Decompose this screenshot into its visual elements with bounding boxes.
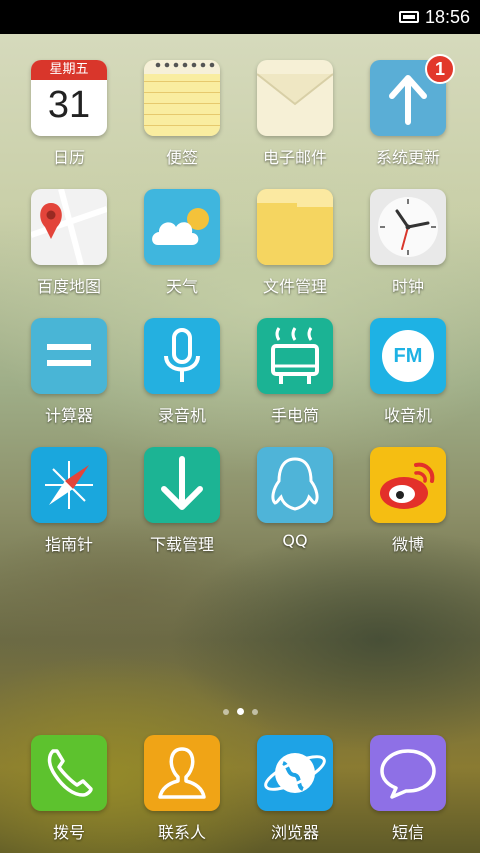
app-calendar[interactable]: 星期五 31 日历 xyxy=(14,60,124,168)
dock-label: 联系人 xyxy=(157,823,206,842)
clock-icon xyxy=(370,189,446,265)
app-label: 收音机 xyxy=(383,406,432,425)
app-label: QQ xyxy=(282,531,308,550)
app-label: 电子邮件 xyxy=(262,148,327,167)
flashlight-icon xyxy=(257,318,333,394)
qq-penguin-icon xyxy=(257,447,333,523)
dock-phone[interactable]: 拨号 xyxy=(14,735,124,843)
radio-fm-icon: FM xyxy=(370,318,446,394)
map-pin-icon xyxy=(31,189,107,265)
radio-fm-text: FM xyxy=(382,330,434,382)
dock-label: 短信 xyxy=(391,823,424,842)
person-icon xyxy=(144,735,220,811)
app-recorder[interactable]: 录音机 xyxy=(127,318,237,426)
page-dot-active[interactable] xyxy=(236,708,244,715)
phone-icon xyxy=(31,735,107,811)
dock-browser[interactable]: 浏览器 xyxy=(240,735,350,843)
app-label: 计算器 xyxy=(44,406,93,425)
app-radio[interactable]: FM 收音机 xyxy=(353,318,463,426)
app-label: 录音机 xyxy=(157,406,206,425)
app-label: 时钟 xyxy=(391,277,424,296)
app-label: 文件管理 xyxy=(262,277,327,296)
app-system-update[interactable]: 1 系统更新 xyxy=(353,54,463,168)
calendar-weekday: 星期五 xyxy=(31,60,107,80)
page-dot[interactable] xyxy=(222,709,229,715)
page-indicator xyxy=(0,700,480,719)
microphone-icon xyxy=(144,318,220,394)
app-weibo[interactable]: 微博 xyxy=(353,447,463,555)
page-dot[interactable] xyxy=(251,709,258,715)
app-label: 系统更新 xyxy=(375,148,440,167)
app-compass[interactable]: 指南针 xyxy=(14,447,124,555)
envelope-icon xyxy=(257,60,333,136)
battery-icon xyxy=(398,11,419,23)
dock-sms[interactable]: 短信 xyxy=(353,735,463,843)
folder-icon xyxy=(257,189,333,265)
app-clock[interactable]: 时钟 xyxy=(353,189,463,297)
download-arrow-icon xyxy=(144,447,220,523)
app-label: 指南针 xyxy=(44,535,93,554)
app-label: 天气 xyxy=(165,277,198,296)
app-calculator[interactable]: 计算器 xyxy=(14,318,124,426)
globe-icon xyxy=(257,735,333,811)
app-flashlight[interactable]: 手电筒 xyxy=(240,318,350,426)
app-email[interactable]: 电子邮件 xyxy=(240,60,350,168)
chat-bubble-icon xyxy=(370,735,446,811)
status-time: 18:56 xyxy=(424,6,470,27)
app-label: 手电筒 xyxy=(270,406,319,425)
calendar-icon: 星期五 31 xyxy=(31,60,107,136)
app-label: 下载管理 xyxy=(149,535,214,554)
notepad-icon xyxy=(144,60,220,136)
app-label: 百度地图 xyxy=(36,277,101,296)
notepad-rings xyxy=(144,60,220,74)
app-download-manager[interactable]: 下载管理 xyxy=(127,447,237,555)
app-qq[interactable]: QQ xyxy=(240,447,350,550)
compass-icon xyxy=(31,447,107,523)
app-weather[interactable]: 天气 xyxy=(127,189,237,297)
app-label: 便签 xyxy=(165,148,198,167)
dock-contacts[interactable]: 联系人 xyxy=(127,735,237,843)
app-baidu-map[interactable]: 百度地图 xyxy=(14,189,124,297)
app-label: 微博 xyxy=(391,535,424,554)
calendar-day: 31 xyxy=(47,84,91,126)
dock-label: 浏览器 xyxy=(270,823,319,842)
app-notes[interactable]: 便签 xyxy=(127,60,237,168)
equals-icon xyxy=(31,318,107,394)
app-file-manager[interactable]: 文件管理 xyxy=(240,189,350,297)
update-badge: 1 xyxy=(425,54,455,84)
weibo-icon xyxy=(370,447,446,523)
dock-label: 拨号 xyxy=(52,823,85,842)
app-label: 日历 xyxy=(52,148,85,167)
weather-cloud-icon xyxy=(144,189,220,265)
status-bar: 18:56 xyxy=(0,0,480,34)
